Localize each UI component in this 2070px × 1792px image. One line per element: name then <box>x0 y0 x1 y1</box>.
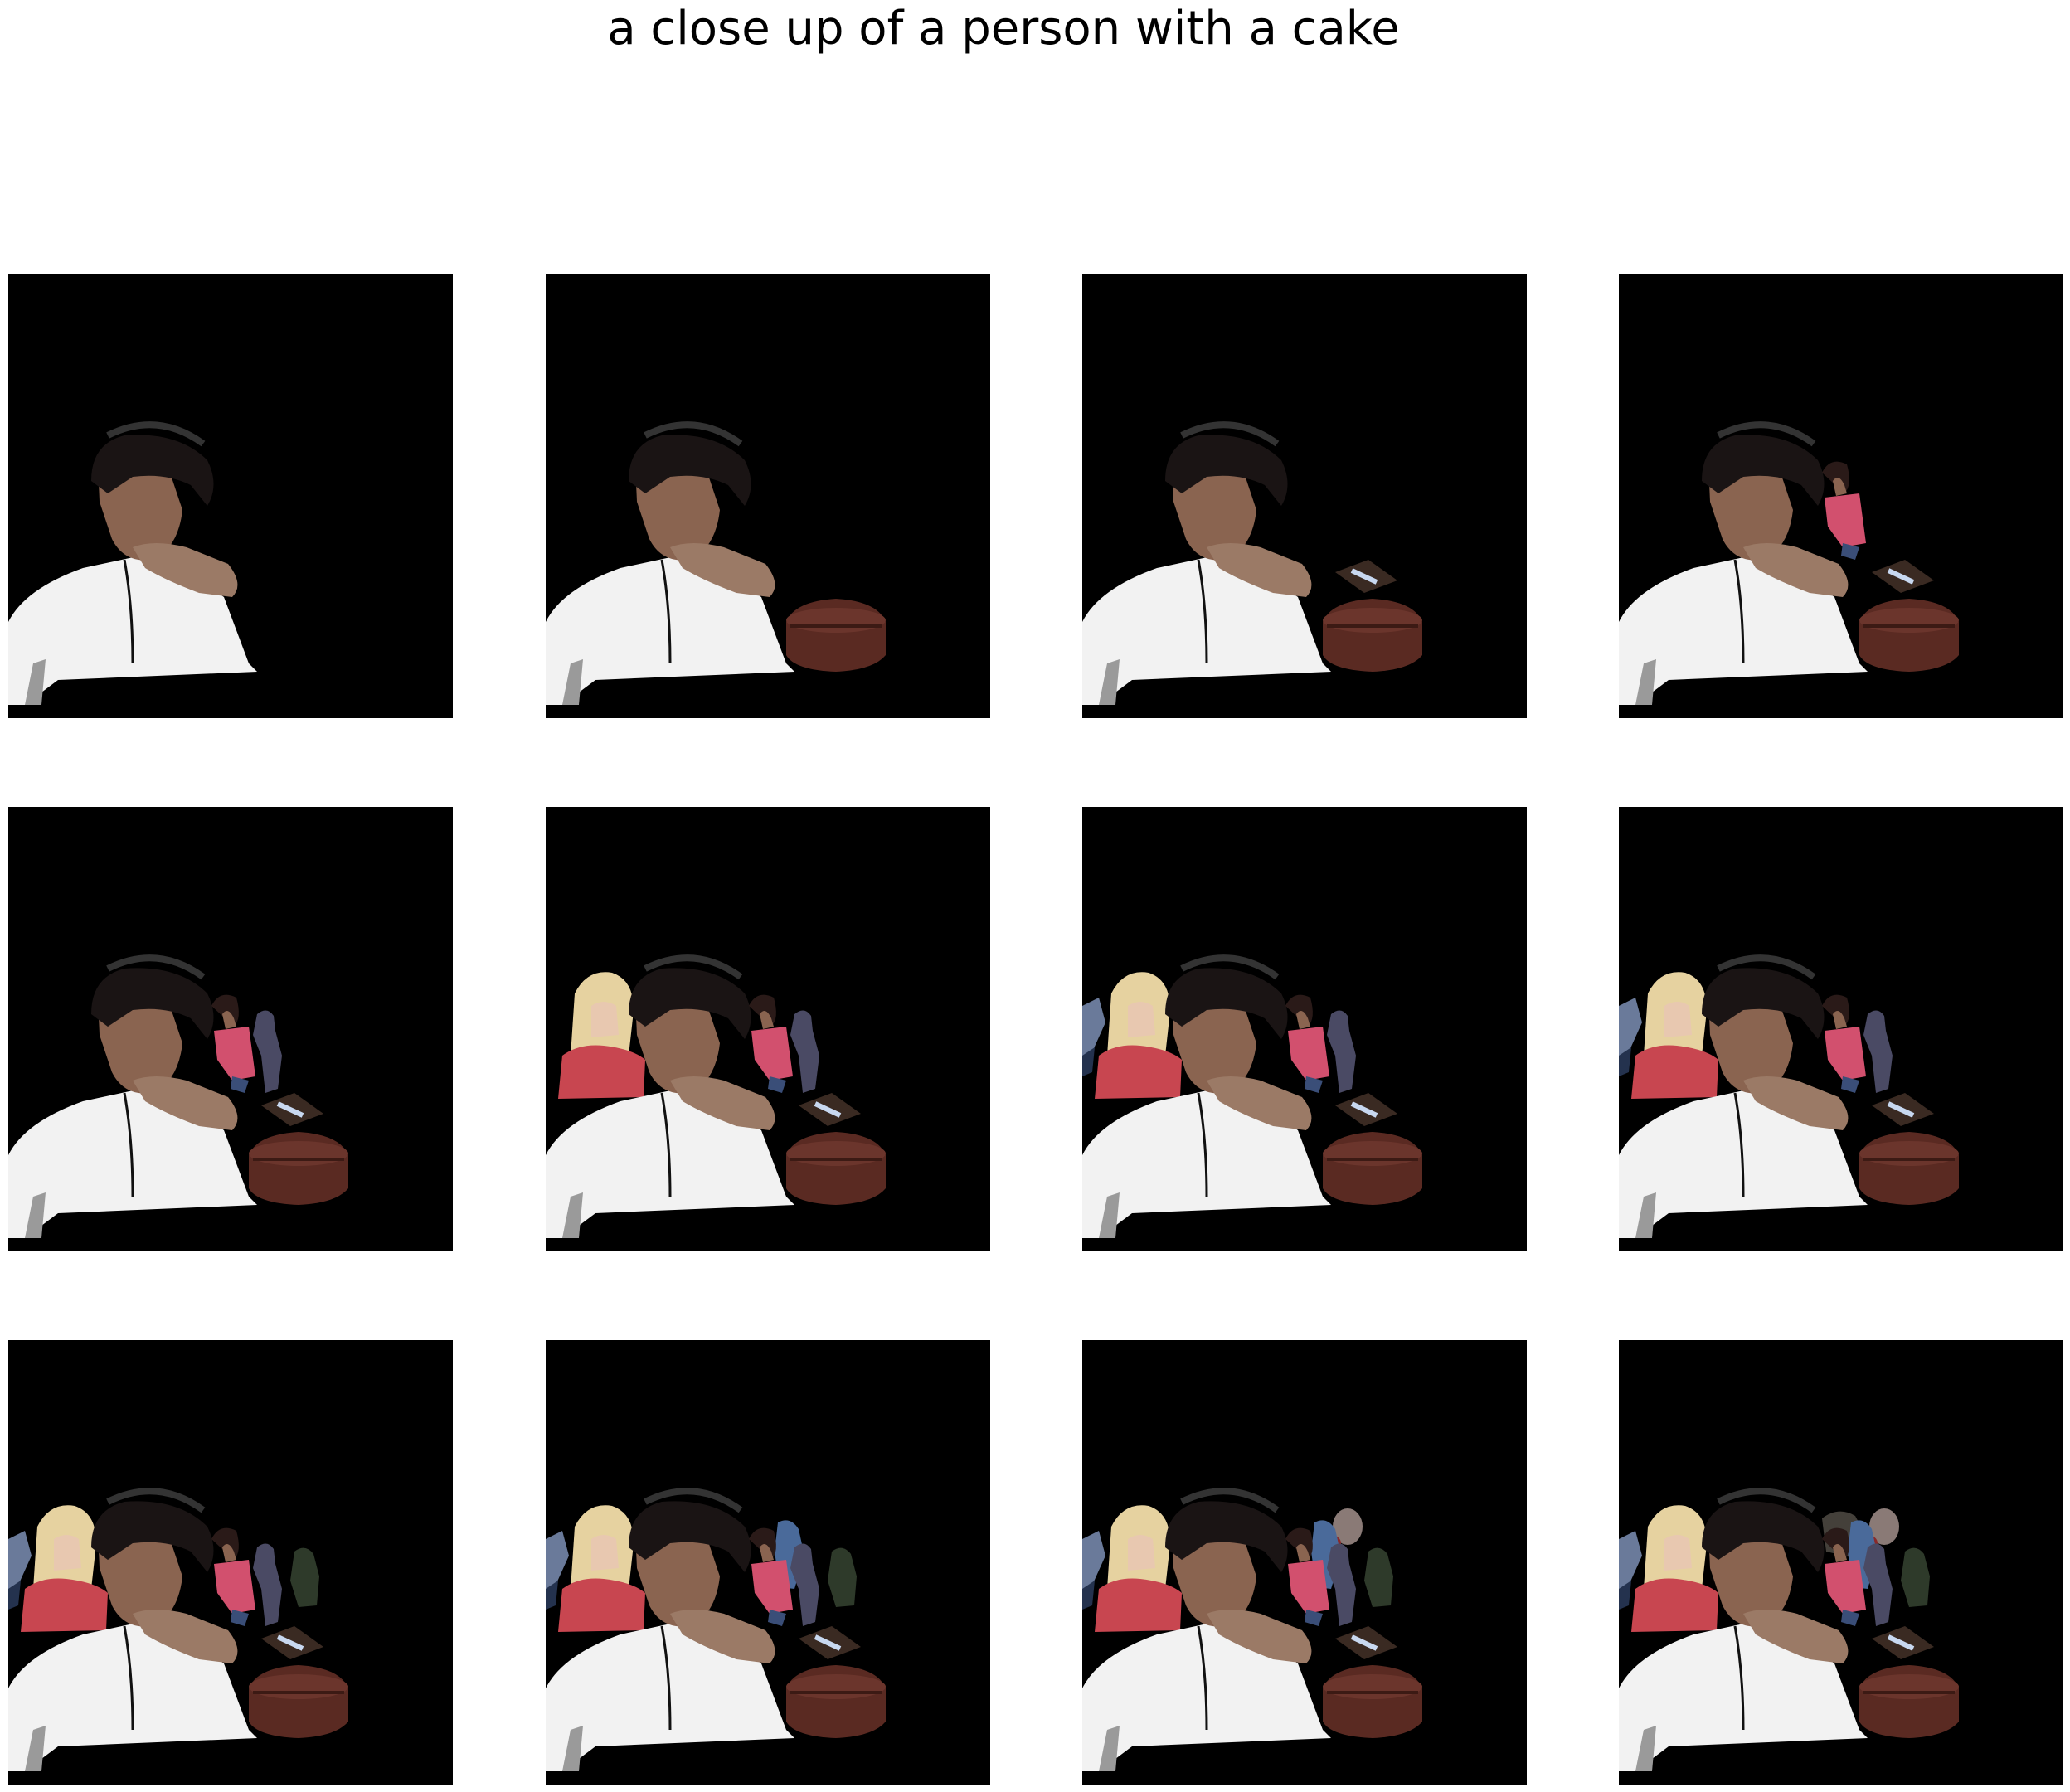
woman-shape <box>211 1527 255 1626</box>
figure-shape <box>253 1010 282 1093</box>
knife-shape <box>1872 1093 1934 1126</box>
woman-shape <box>1822 994 1866 1093</box>
grid-panel-10 <box>546 1340 990 1785</box>
grid-panel-7 <box>1082 807 1527 1251</box>
girl-shape <box>1631 1505 1718 1632</box>
girl-shape <box>558 1505 645 1632</box>
panel-image <box>546 421 886 705</box>
cake-shape <box>1323 1665 1422 1738</box>
girl-shape <box>1095 972 1182 1099</box>
girl-shape <box>21 1505 108 1632</box>
figure-shape <box>1327 1010 1356 1093</box>
knife-shape <box>261 1093 323 1126</box>
dark-figure-shape <box>290 1547 319 1607</box>
man-shape <box>546 421 794 705</box>
girl-shape <box>558 972 645 1099</box>
grid-panel-5 <box>8 807 453 1251</box>
figure-shape <box>1863 1010 1893 1093</box>
woman-shape <box>749 994 793 1093</box>
panel-image <box>1082 954 1422 1238</box>
knife-shape <box>1335 1626 1397 1659</box>
cake-shape <box>786 599 886 672</box>
panel-image <box>546 954 886 1238</box>
cake-shape <box>1859 1665 1959 1738</box>
knife-shape <box>1335 1093 1397 1126</box>
knife-shape <box>799 1093 861 1126</box>
cake-shape <box>249 1665 348 1738</box>
grid-panel-8 <box>1619 807 2063 1251</box>
woman-shape <box>1285 994 1329 1093</box>
dark-figure-shape <box>1901 1547 1930 1607</box>
knife-shape <box>261 1626 323 1659</box>
grid-panel-6 <box>546 807 990 1251</box>
cake-shape <box>1859 599 1959 672</box>
figure-shape <box>253 1543 282 1626</box>
knife-shape <box>1872 560 1934 593</box>
grid-panel-9 <box>8 1340 453 1785</box>
knife-shape <box>1335 560 1397 593</box>
knife-shape <box>799 1626 861 1659</box>
girl-shape <box>1095 1505 1182 1632</box>
panel-image <box>546 1488 886 1771</box>
panel-image <box>1082 1488 1422 1771</box>
panel-image <box>1619 954 1959 1238</box>
cake-shape <box>249 1132 348 1205</box>
grid-panel-3 <box>1082 274 1527 718</box>
girl-shape <box>1631 972 1718 1099</box>
cake-shape <box>786 1665 886 1738</box>
woman-shape <box>1822 461 1866 560</box>
knife-shape <box>1872 1626 1934 1659</box>
cake-shape <box>1859 1132 1959 1205</box>
grid-panel-4 <box>1619 274 2063 718</box>
figure-title: a close up of a person with a cake <box>607 2 1400 56</box>
grid-panel-2 <box>546 274 990 718</box>
dark-figure-shape <box>1364 1547 1393 1607</box>
grid-panel-1 <box>8 274 453 718</box>
grid-panel-12 <box>1619 1340 2063 1785</box>
panel-image <box>1082 421 1422 705</box>
man-shape <box>1082 421 1331 705</box>
man-shape <box>8 421 257 705</box>
dark-figure-shape <box>828 1547 857 1607</box>
grid-panel-11 <box>1082 1340 1527 1785</box>
cake-shape <box>1323 1132 1422 1205</box>
cake-shape <box>786 1132 886 1205</box>
cake-shape <box>1323 599 1422 672</box>
panel-image <box>1619 1488 1959 1771</box>
panel-image <box>8 1488 348 1771</box>
figure-shape <box>790 1010 819 1093</box>
panel-image <box>8 954 348 1238</box>
panel-image <box>1619 421 1959 705</box>
woman-shape <box>211 994 255 1093</box>
panel-image <box>8 421 257 705</box>
